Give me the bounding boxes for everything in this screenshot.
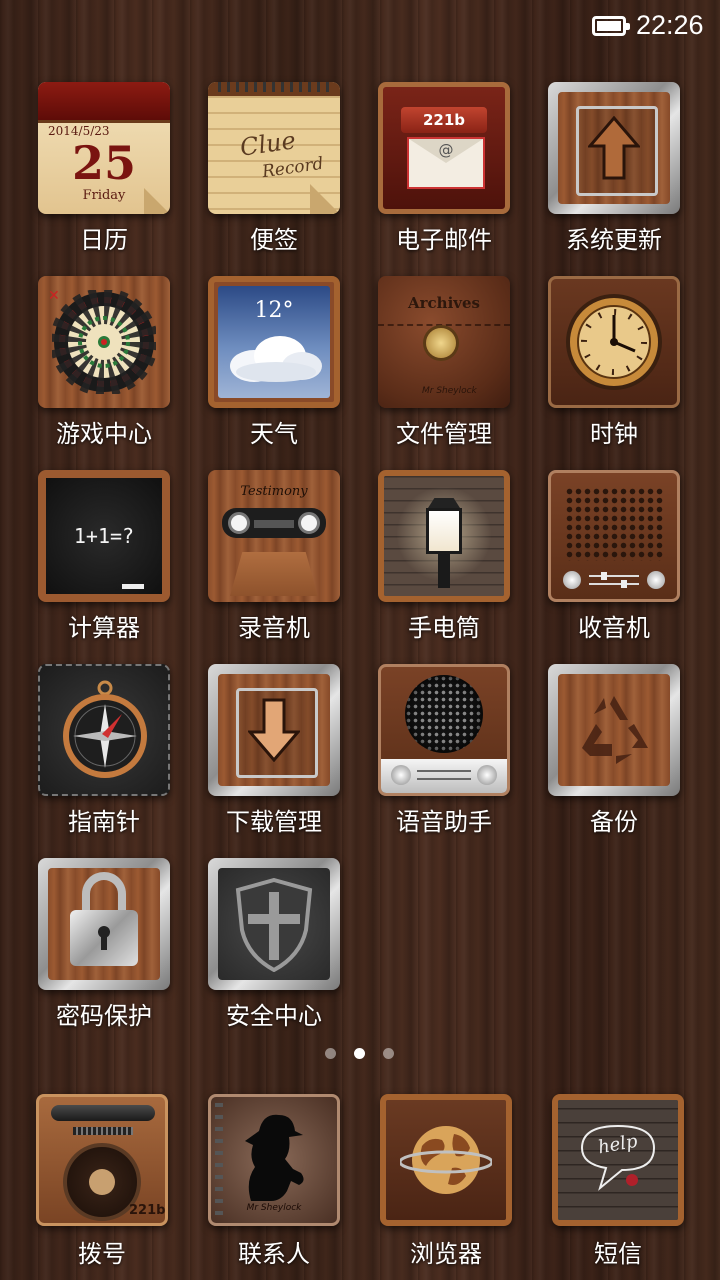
app-password-protect[interactable]: 密码保护 [29,858,179,1033]
app-label: 便签 [250,226,298,254]
dock-browser[interactable]: 浏览器 [371,1094,521,1269]
app-weather[interactable]: 12° 天气 [199,276,349,451]
app-system-update[interactable]: 系统更新 [539,82,689,257]
dock-contacts[interactable]: Mr Sheylock 联系人 [199,1094,349,1269]
lantern-icon [378,470,510,602]
app-label: 电子邮件 [396,226,492,254]
status-bar: 22:26 [0,0,720,52]
app-download-manager[interactable]: 下载管理 [199,664,349,839]
calendar-icon: 2014/5/23 25 Friday [38,82,170,214]
globe-icon [380,1094,512,1226]
app-radio[interactable]: 收音机 [539,470,689,645]
app-label: 天气 [250,420,298,448]
shield-icon [208,858,340,990]
chalkboard-icon: 1+1=? [38,470,170,602]
app-calendar[interactable]: 2014/5/23 25 Friday 日历 [29,82,179,257]
app-file-manager[interactable]: Archives Mr Sheylock 文件管理 [369,276,519,451]
radio-speaker-icon [548,470,680,602]
rotary-phone-icon: 221b [36,1094,168,1226]
app-voice-assistant[interactable]: 语音助手 [369,664,519,839]
app-compass[interactable]: 指南针 [29,664,179,839]
status-time: 22:26 [636,10,704,40]
app-label: 短信 [594,1240,642,1268]
dock-messages[interactable]: help 短信 [543,1094,693,1269]
update-arrow-icon [548,82,680,214]
app-label: 游戏中心 [56,420,152,448]
app-label: 时钟 [590,420,638,448]
app-label: 手电筒 [408,614,480,642]
microphone-icon [378,664,510,796]
app-clock[interactable]: 时钟 [539,276,689,451]
app-backup[interactable]: 备份 [539,664,689,839]
app-label: 文件管理 [396,420,492,448]
leather-wallet-icon: Archives Mr Sheylock [378,276,510,408]
app-calculator[interactable]: 1+1=? 计算器 [29,470,179,645]
cloud-icon: 12° [208,276,340,408]
app-email[interactable]: 221b @ 电子邮件 [369,82,519,257]
clock-icon [548,276,680,408]
page-dot-active[interactable] [354,1048,365,1059]
notepad-icon: Clue Record [208,82,340,214]
dartboard-icon: ✕ [38,276,170,408]
app-label: 浏览器 [410,1240,482,1268]
app-label: 下载管理 [226,808,322,836]
app-security-center[interactable]: 安全中心 [199,858,349,1033]
app-notes[interactable]: Clue Record 便签 [199,82,349,257]
app-label: 语音助手 [396,808,492,836]
page-dot[interactable] [325,1048,336,1059]
app-label: 计算器 [68,614,140,642]
download-arrow-icon [208,664,340,796]
app-label: 备份 [590,808,638,836]
recycle-icon [548,664,680,796]
battery-icon [592,16,630,36]
page-dot[interactable] [383,1048,394,1059]
compass-icon [38,664,170,796]
app-label: 收音机 [578,614,650,642]
speech-bubble-icon: help [552,1094,684,1226]
app-recorder[interactable]: Testimony 录音机 [199,470,349,645]
app-label: 日历 [80,226,128,254]
app-game-center[interactable]: ✕ 游戏中心 [29,276,179,451]
mailbox-icon: 221b @ [378,82,510,214]
detective-silhouette-icon: Mr Sheylock [208,1094,340,1226]
padlock-icon [38,858,170,990]
page-indicator [0,1048,720,1062]
app-label: 安全中心 [226,1002,322,1030]
app-label: 指南针 [68,808,140,836]
app-label: 录音机 [238,614,310,642]
app-label: 系统更新 [566,226,662,254]
app-label: 密码保护 [56,1002,152,1030]
app-flashlight[interactable]: 手电筒 [369,470,519,645]
app-label: 拨号 [78,1240,126,1268]
app-label: 联系人 [238,1240,310,1268]
dock-dialer[interactable]: 221b 拨号 [27,1094,177,1269]
cassette-icon: Testimony [208,470,340,602]
